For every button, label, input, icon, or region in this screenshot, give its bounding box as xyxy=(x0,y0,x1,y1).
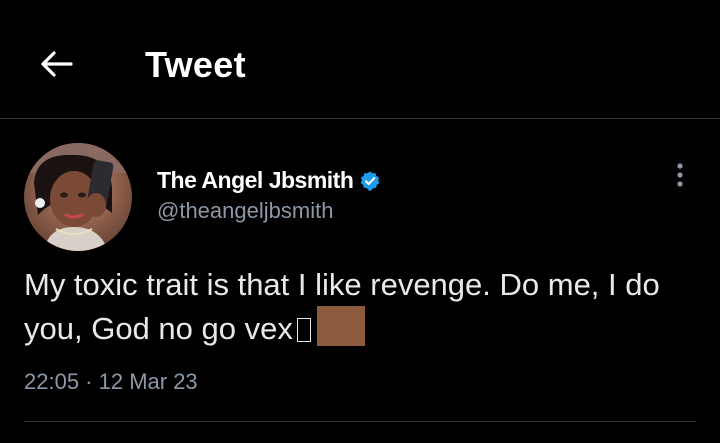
arrow-left-icon xyxy=(41,51,73,77)
avatar[interactable] xyxy=(24,143,132,251)
author-name-text: The Angel Jbsmith xyxy=(157,167,354,193)
profile-photo-avatar xyxy=(24,143,132,251)
skin-tone-swatch-icon xyxy=(316,306,365,346)
back-button[interactable] xyxy=(34,42,78,86)
tweet-card: The Angel Jbsmith @theangeljbsmith My to… xyxy=(0,119,720,443)
author-name[interactable]: The Angel Jbsmith xyxy=(157,167,381,194)
top-app-bar: Tweet xyxy=(0,0,720,119)
page-title: Tweet xyxy=(145,44,246,85)
tweet-timestamp[interactable]: 22:05 · 12 Mar 23 xyxy=(24,369,198,395)
unrendered-emoji-glyph-icon xyxy=(296,318,311,342)
verified-badge-icon xyxy=(361,170,380,191)
author-handle[interactable]: @theangeljbsmith xyxy=(157,198,333,224)
divider xyxy=(24,421,696,422)
more-vertical-icon xyxy=(677,163,683,187)
more-options-button[interactable] xyxy=(668,159,692,191)
tweet-body: My toxic trait is that I like revenge. D… xyxy=(24,264,694,350)
